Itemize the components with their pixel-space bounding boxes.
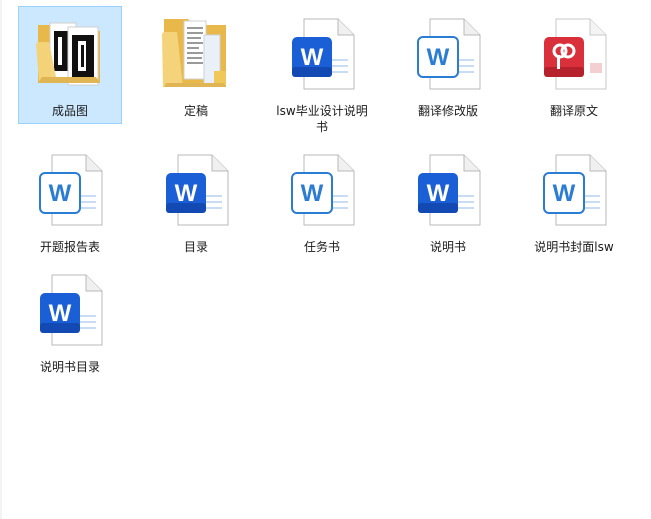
folder-icon [154,11,238,95]
word-doc-icon: W [280,147,364,231]
svg-text:W: W [301,180,324,207]
file-item-lsw-shuomingshu[interactable]: W lsw毕业设计说明书 [270,6,374,134]
word-doc-icon: W [28,147,112,231]
file-item-chengpintu[interactable]: 成品图 [18,6,122,124]
pdf-doc-icon [532,11,616,95]
file-item-shuomingshu[interactable]: W 说明书 [396,142,500,260]
file-item-shuomingshu-fengmian[interactable]: W 说明书封面lsw [522,142,626,260]
file-label: 说明书封面lsw [534,240,614,254]
word-doc-icon: W [406,11,490,95]
word-doc-icon: W [280,11,364,95]
word-doc-icon: W [406,147,490,231]
file-label: 翻译原文 [549,104,598,118]
folder-icon [28,11,112,95]
file-item-mulu[interactable]: W 目录 [144,142,248,260]
file-item-kaiti-baogao[interactable]: W 开题报告表 [18,142,122,260]
svg-text:W: W [175,180,198,207]
svg-text:W: W [301,44,324,71]
file-item-shuomingshu-mulu[interactable]: W 说明书目录 [18,262,122,380]
file-explorer-pane: 成品图 定稿 W lsw毕业设计说明书 W 翻译修改版 翻译原文 W 开题报告表… [0,0,651,519]
file-label: 定稿 [183,104,208,118]
file-label: 说明书 [429,240,466,254]
svg-text:W: W [49,300,72,327]
word-doc-icon: W [28,267,112,351]
file-label: 说明书目录 [39,360,100,374]
svg-text:W: W [553,180,576,207]
file-label: 开题报告表 [39,240,100,254]
file-label: 翻译修改版 [417,104,478,118]
file-label: 目录 [183,240,208,254]
file-label: 任务书 [303,240,340,254]
pane-left-edge [0,0,2,519]
file-item-dinggao[interactable]: 定稿 [144,6,248,124]
word-doc-icon: W [532,147,616,231]
file-item-fanyi-yuanwen[interactable]: 翻译原文 [522,6,626,124]
file-label: lsw毕业设计说明书 [276,104,368,134]
file-item-renwushu[interactable]: W 任务书 [270,142,374,260]
word-doc-icon: W [154,147,238,231]
svg-text:W: W [49,180,72,207]
file-item-fanyi-xiugai[interactable]: W 翻译修改版 [396,6,500,124]
svg-text:W: W [427,44,450,71]
file-label: 成品图 [51,104,88,118]
svg-text:W: W [427,180,450,207]
